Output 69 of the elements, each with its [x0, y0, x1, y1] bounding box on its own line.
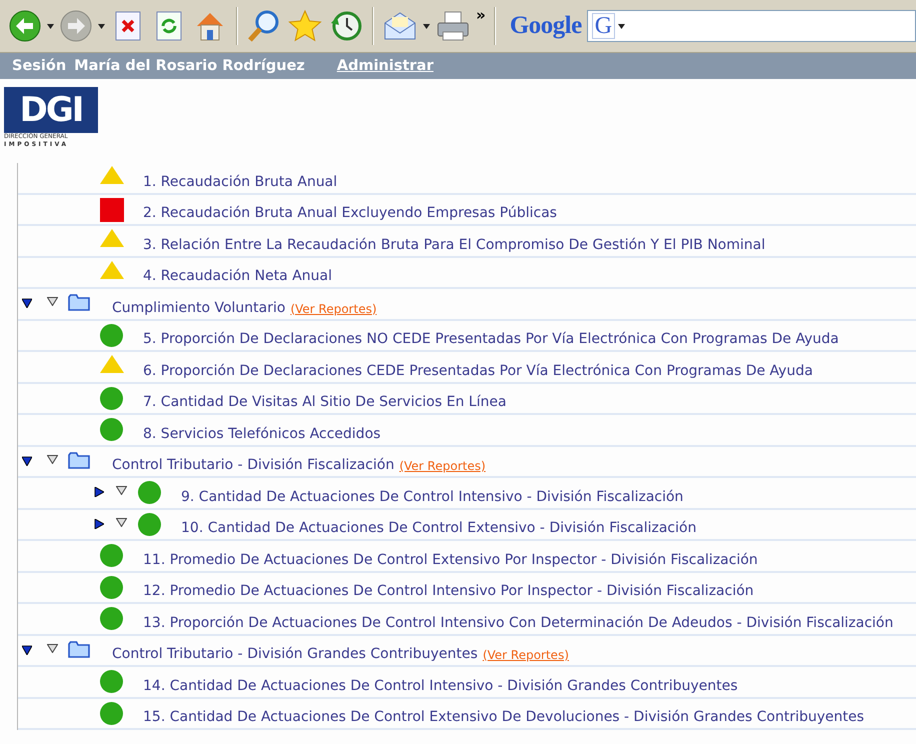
envelope-icon — [383, 11, 417, 41]
search-field[interactable]: G — [586, 10, 916, 42]
indicator-link[interactable]: 4. Recaudación Neta Anual — [143, 268, 332, 284]
group-title: Control Tributario - División Grandes Contribuyentes — [112, 646, 478, 662]
tree-row[interactable]: 15. Cantidad De Actuaciones De Control Extensivo De Devoluciones - División Grandes Contribuyentes — [18, 698, 916, 730]
clock-arrow-icon — [329, 9, 363, 43]
group-title: Cumplimiento Voluntario — [112, 300, 286, 316]
indicator-link[interactable]: 9. Cantidad De Actuaciones De Control Intensivo - División Fiscalización — [181, 488, 684, 504]
tree-row[interactable]: 13. Proporción De Actuaciones De Control Intensivo Con Determinación De Adeudos - División Fiscalización — [18, 604, 916, 636]
caret-icon[interactable] — [618, 24, 626, 28]
group-row[interactable]: Cumplimiento Voluntario (Ver Reportes) — [18, 289, 916, 320]
folder-icon[interactable] — [68, 640, 90, 658]
indicator-link[interactable]: 1. Recaudación Bruta Anual — [143, 174, 338, 190]
indicator-link[interactable]: 2. Recaudación Bruta Anual Excluyendo Empresas Públicas — [143, 205, 557, 221]
tree-row[interactable]: 3. Relación Entre La Recaudación Bruta Para El Compromiso De Gestión Y El PIB Nominal — [18, 226, 916, 258]
logo-mark: DGI — [4, 87, 98, 133]
folder-icon[interactable] — [68, 452, 90, 468]
tree-row[interactable]: 6. Proporción De Declaraciones CEDE Presentadas Por Vía Electrónica Con Programas De Ayuda — [18, 352, 916, 384]
indicator-link[interactable]: 6. Proporción De Declaraciones CEDE Presentadas Por Vía Electrónica Con Programas De Ayuda — [143, 362, 813, 378]
expand-arrow-icon[interactable] — [22, 644, 32, 654]
tree-row[interactable]: 5. Proporción De Declaraciones NO CEDE Presentadas Por Vía Electrónica Con Programas De Ayuda — [18, 320, 916, 352]
printer-icon — [436, 10, 470, 42]
indicator-link[interactable]: 5. Proporción De Declaraciones NO CEDE Presentadas Por Vía Electrónica Con Programas De Ayuda — [143, 331, 839, 347]
tree-row[interactable]: 7. Cantidad De Visitas Al Sitio De Servicios En Línea — [18, 384, 916, 415]
group-title: Control Tributario - División Fiscalización — [112, 457, 394, 473]
tree-row[interactable]: 11. Promedio De Actuaciones De Control Extensivo Por Inspector - División Fiscalización — [18, 541, 916, 572]
collapse-arrow-icon[interactable] — [94, 518, 104, 528]
tree-row[interactable]: 1. Recaudación Bruta Anual — [18, 163, 916, 194]
group-row[interactable]: Control Tributario - División Fiscalización (Ver Reportes) — [18, 446, 916, 478]
expand-arrow-icon[interactable] — [22, 456, 32, 466]
expand-arrow-icon[interactable] — [22, 298, 32, 308]
caret-icon[interactable] — [47, 24, 54, 28]
collapse-arrow-icon[interactable] — [94, 487, 104, 497]
search-engine-letter[interactable]: G — [592, 13, 616, 39]
indicator-link[interactable]: 11. Promedio De Actuaciones De Control Extensivo Por Inspector - División Fiscalización — [143, 552, 758, 568]
group-row[interactable]: Control Tributario - División Grandes Contribuyentes (Ver Reportes) — [18, 636, 916, 667]
outline-triangle-icon[interactable] — [47, 644, 58, 652]
caret-icon[interactable] — [98, 24, 105, 28]
tree-row[interactable]: 8. Servicios Telefónicos Accedidos — [18, 415, 916, 446]
outline-triangle-icon[interactable] — [47, 297, 58, 306]
tree-row[interactable]: 12. Promedio De Actuaciones De Control Intensivo Por Inspector - División Fiscalización — [18, 572, 916, 604]
indicator-link[interactable]: 15. Cantidad De Actuaciones De Control Extensivo De Devoluciones - División Grandes Contribuyentes — [143, 709, 864, 725]
outline-triangle-icon[interactable] — [116, 518, 127, 526]
search-brand-logo: Google — [510, 12, 582, 40]
indicator-link[interactable]: 8. Servicios Telefónicos Accedidos — [143, 426, 381, 442]
session-label: Sesión — [12, 58, 66, 74]
forward-button[interactable] — [59, 8, 93, 44]
star-icon — [288, 9, 322, 43]
outline-triangle-icon[interactable] — [116, 486, 127, 495]
magnifier-icon — [247, 9, 281, 43]
refresh-icon — [156, 11, 182, 41]
folder-icon[interactable] — [68, 294, 90, 311]
tree-row[interactable]: 14. Cantidad De Actuaciones De Control Intensivo - División Grandes Contribuyentes — [18, 667, 916, 698]
tree-row[interactable]: 4. Recaudación Neta Anual — [18, 258, 916, 289]
indicator-link[interactable]: 3. Relación Entre La Recaudación Bruta Para El Compromiso De Gestión Y El PIB Nominal — [143, 236, 766, 252]
tree-row[interactable]: 9. Cantidad De Actuaciones De Control Intensivo - División Fiscalización — [18, 478, 916, 510]
user-name: María del Rosario Rodríguez — [74, 58, 305, 74]
indicator-link[interactable]: 12. Promedio De Actuaciones De Control Intensivo Por Inspector - División Fiscalización — [143, 583, 754, 599]
indicator-link[interactable]: 14. Cantidad De Actuaciones De Control Intensivo - División Grandes Contribuyentes — [143, 678, 738, 694]
indicator-link[interactable]: 10. Cantidad De Actuaciones De Control Extensivo - División Fiscalización — [181, 520, 696, 536]
indicator-link[interactable]: 13. Proporción De Actuaciones De Control Intensivo Con Determinación De Adeudos - División Fiscalización — [143, 614, 894, 630]
back-button[interactable] — [8, 8, 42, 44]
tree-row[interactable]: 10. Cantidad De Actuaciones De Control Extensivo - División Fiscalización — [18, 510, 916, 541]
indicator-link[interactable]: 7. Cantidad De Visitas Al Sitio De Servicios En Línea — [143, 394, 506, 410]
overflow-chevron[interactable]: » — [476, 6, 486, 24]
caret-icon[interactable] — [423, 24, 430, 28]
stop-icon — [115, 11, 141, 41]
outline-triangle-icon[interactable] — [47, 454, 58, 464]
tree-row[interactable]: 2. Recaudación Bruta Anual Excluyendo Empresas Públicas — [18, 194, 916, 226]
